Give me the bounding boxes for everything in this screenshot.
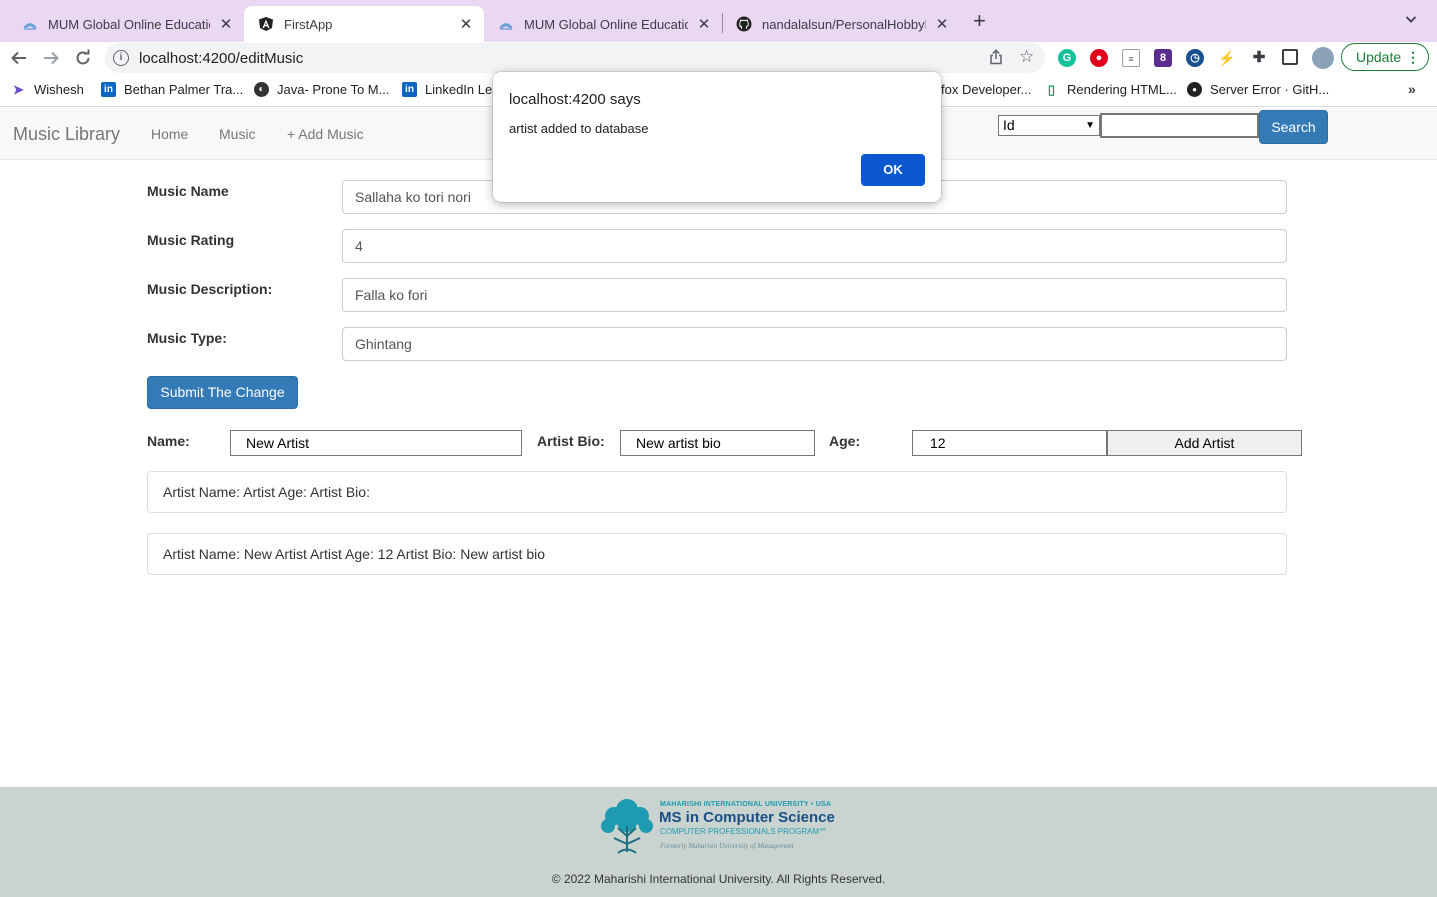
music-type-input[interactable]: Ghintang (342, 327, 1287, 361)
logo-line-2: MS in Computer Science (659, 809, 835, 826)
bookmark-item[interactable]: ▯ Rendering HTML... (1044, 81, 1177, 98)
artist-age-input[interactable]: 12 (912, 430, 1107, 456)
artist-list-item: Artist Name: New Artist Artist Age: 12 A… (147, 533, 1287, 575)
tree-icon (601, 799, 653, 854)
copyright-text: © 2022 Maharishi International Universit… (551, 872, 886, 886)
globe-icon: ◐ (254, 82, 269, 97)
artist-name-input[interactable]: New Artist (230, 430, 522, 456)
alert-dialog: localhost:4200 says artist added to data… (493, 72, 941, 202)
chevron-down-icon[interactable] (1405, 12, 1417, 28)
nav-music[interactable]: Music (219, 126, 256, 142)
music-rating-input[interactable]: 4 (342, 229, 1287, 263)
logo-line-1: MAHARISHI INTERNATIONAL UNIVERSITY • USA (660, 801, 832, 808)
bookmark-item[interactable]: in Bethan Palmer Tra... (101, 82, 243, 97)
update-button[interactable]: Update ⋮ (1341, 43, 1429, 71)
bookmark-item[interactable]: ◐ Java- Prone To M... (254, 82, 389, 97)
close-icon[interactable]: ✕ (934, 15, 950, 33)
footer: MAHARISHI INTERNATIONAL UNIVERSITY • USA… (0, 787, 1437, 897)
bookmark-item[interactable]: fox Developer... (941, 82, 1031, 97)
nav-add-music[interactable]: + Add Music (287, 126, 364, 142)
tab-mum-2[interactable]: MUM Global Online Education ✕ (484, 6, 722, 42)
update-label: Update (1356, 49, 1402, 65)
search-input[interactable] (1100, 113, 1259, 138)
tab-mum-1[interactable]: MUM Global Online Education ✕ (8, 6, 244, 42)
info-icon[interactable]: i (113, 50, 129, 66)
artist-bio-input[interactable]: New artist bio (620, 430, 815, 456)
browser-toolbar: i localhost:4200/editMusic ☆ G ● ≡ 8 ◷ ⚡… (0, 42, 1437, 74)
tab-title: nandalalsun/PersonalHobbyFro (762, 16, 926, 32)
github-icon (736, 16, 752, 32)
logo-line-3: COMPUTER PROFESSIONALS PROGRAM℠ (660, 827, 828, 836)
github-icon: ● (1187, 82, 1202, 97)
tab-title: MUM Global Online Education (48, 16, 210, 32)
bookmark-item[interactable]: ● Server Error · GitH... (1187, 82, 1329, 97)
grammarly-icon[interactable]: G (1058, 49, 1076, 67)
reload-icon[interactable] (71, 46, 95, 70)
kebab-menu-icon[interactable]: ⋮ (1406, 44, 1420, 70)
tab-firstapp[interactable]: FirstApp ✕ (244, 6, 484, 42)
back-arrow-icon[interactable] (7, 46, 31, 70)
close-icon[interactable]: ✕ (458, 15, 474, 33)
artist-list-item: Artist Name: Artist Age: Artist Bio: (147, 471, 1287, 513)
dialog-title: localhost:4200 says (509, 91, 641, 108)
brand-link[interactable]: Music Library (13, 124, 120, 145)
tab-strip: MUM Global Online Education ✕ FirstApp ✕… (0, 0, 1437, 42)
bookmark-item[interactable]: ➤ Wishesh (11, 81, 84, 98)
angular-icon (258, 16, 274, 32)
adblock-icon[interactable]: ● (1090, 49, 1108, 67)
artist-age-label: Age: (829, 433, 861, 449)
bookmark-label: fox Developer... (941, 82, 1032, 97)
linkedin-icon: in (101, 82, 116, 97)
linkedin-icon: in (402, 82, 417, 97)
bolt-icon[interactable]: ⚡ (1218, 49, 1236, 67)
avatar[interactable] (1312, 47, 1334, 69)
send-icon: ➤ (13, 81, 24, 97)
tab-title: FirstApp (284, 16, 333, 32)
puzzle-icon[interactable]: ✚ (1250, 49, 1268, 67)
forward-arrow-icon[interactable] (39, 46, 63, 70)
side-panel-icon[interactable] (1282, 49, 1298, 65)
mum-icon (498, 16, 514, 32)
music-name-label: Music Name (147, 183, 229, 199)
university-logo: MAHARISHI INTERNATIONAL UNIVERSITY • USA… (598, 796, 838, 856)
share-icon[interactable] (989, 49, 1003, 68)
tab-title: MUM Global Online Education (524, 16, 688, 32)
bookmark-label: Java- Prone To M... (277, 82, 390, 97)
search-type-value: Id (1003, 117, 1015, 133)
dialog-message: artist added to database (509, 121, 649, 136)
tab-github[interactable]: nandalalsun/PersonalHobbyFro ✕ (722, 6, 960, 42)
bookmark-label: Rendering HTML... (1067, 82, 1177, 97)
star-icon[interactable]: ☆ (1019, 47, 1034, 67)
bookmark-label: LinkedIn Lea (425, 82, 500, 97)
chevron-down-icon: ▼ (1085, 120, 1095, 131)
bookmark-label: Wishesh (34, 82, 84, 97)
close-icon[interactable]: ✕ (696, 15, 712, 33)
url-text[interactable]: localhost:4200/editMusic (139, 50, 303, 67)
search-button[interactable]: Search (1259, 110, 1328, 144)
bookmark-item[interactable]: in LinkedIn Lea (402, 82, 499, 97)
bookmark-label: Server Error · GitH... (1210, 82, 1330, 97)
artist-bio-label: Artist Bio: (537, 433, 605, 449)
music-description-label: Music Description: (147, 281, 273, 297)
logo-line-4: Formerly Maharishi University of Managem… (660, 842, 794, 850)
music-description-input[interactable]: Falla ko fori (342, 278, 1287, 312)
tab-manager-icon[interactable]: 8 (1154, 49, 1172, 67)
close-icon[interactable]: ✕ (218, 15, 234, 33)
more-bookmarks-icon[interactable]: » (1408, 81, 1416, 97)
search-type-select[interactable]: Id ▼ (998, 115, 1100, 136)
new-tab-icon[interactable]: + (973, 10, 986, 32)
clock-icon[interactable]: ◷ (1186, 49, 1204, 67)
nav-home[interactable]: Home (151, 126, 188, 142)
ok-button[interactable]: OK (861, 154, 925, 186)
add-artist-button[interactable]: Add Artist (1107, 430, 1302, 456)
doc-icon: ▯ (1047, 81, 1056, 97)
extension-icon[interactable]: ≡ (1122, 49, 1140, 67)
address-bar[interactable]: i localhost:4200/editMusic ☆ (105, 43, 1045, 73)
music-rating-label: Music Rating (147, 232, 235, 248)
artist-name-label: Name: (147, 433, 190, 449)
bookmark-label: Bethan Palmer Tra... (124, 82, 244, 97)
music-type-label: Music Type: (147, 330, 227, 346)
mum-icon (22, 16, 38, 32)
submit-change-button[interactable]: Submit The Change (147, 376, 298, 409)
